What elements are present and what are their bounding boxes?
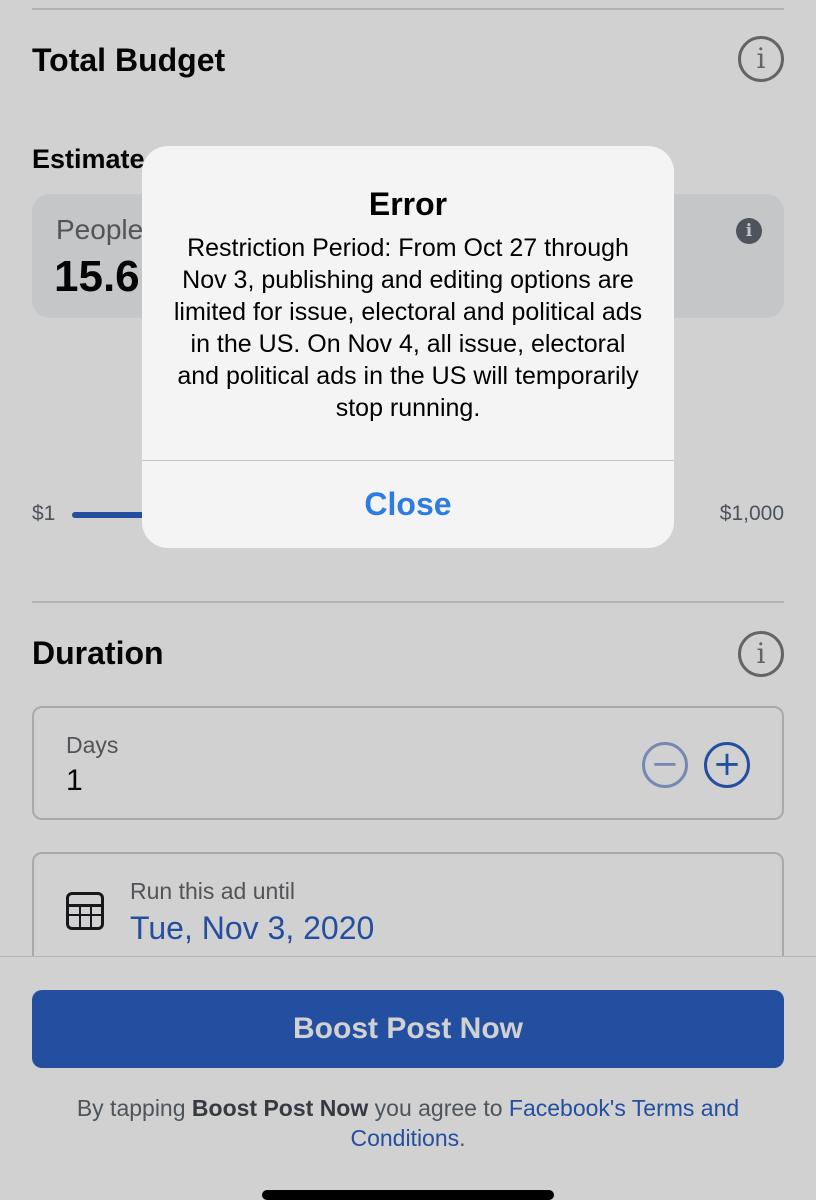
alert-title: Error <box>368 186 448 222</box>
alert-message: Restriction Period: From Oct 27 through … <box>173 234 643 422</box>
error-alert: Error Restriction Period: From Oct 27 th… <box>142 146 674 548</box>
close-button[interactable]: Close <box>142 461 674 548</box>
